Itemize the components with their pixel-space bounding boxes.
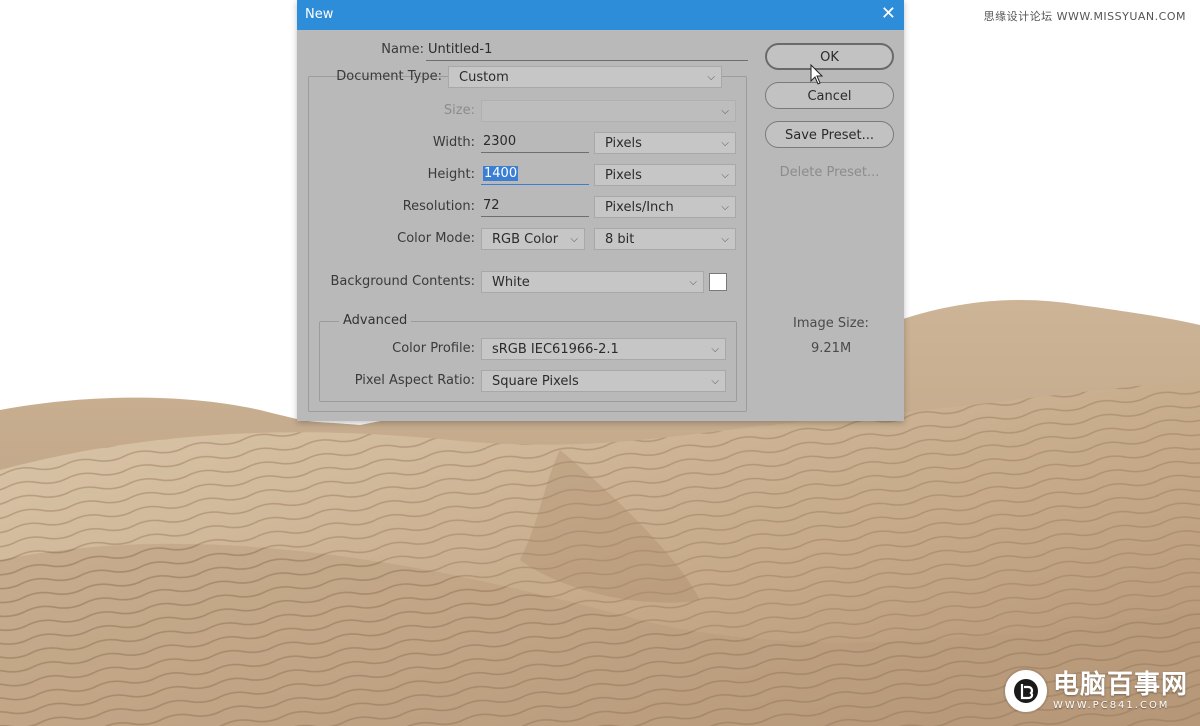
mouse-cursor-icon: [810, 64, 824, 85]
chevron-down-icon: ⌵: [721, 234, 729, 245]
size-label: Size:: [443, 103, 475, 118]
chevron-down-icon: ⌵: [570, 234, 578, 245]
resolution-unit-value: Pixels/Inch: [605, 200, 674, 215]
image-size-value: 9.21M: [811, 341, 852, 356]
color-mode-select[interactable]: RGB Color ⌵: [481, 228, 585, 250]
bit-depth-value: 8 bit: [605, 232, 635, 247]
cancel-button[interactable]: Cancel: [765, 82, 894, 109]
pixel-aspect-value: Square Pixels: [492, 374, 579, 389]
height-selected-text: 1400: [483, 166, 519, 181]
bit-depth-select[interactable]: 8 bit ⌵: [594, 228, 736, 250]
dialog-title: New: [305, 7, 334, 22]
chevron-down-icon: ⌵: [721, 202, 729, 213]
width-label: Width:: [432, 135, 475, 150]
height-label: Height:: [427, 167, 475, 182]
width-unit-select[interactable]: Pixels ⌵: [594, 132, 736, 154]
chevron-down-icon: ⌵: [721, 138, 729, 149]
watermark-cn: 电脑百事网: [1052, 669, 1188, 700]
resolution-unit-select[interactable]: Pixels/Inch ⌵: [594, 196, 736, 218]
chevron-down-icon: ⌵: [707, 72, 715, 83]
width-unit-value: Pixels: [605, 136, 642, 151]
ok-button[interactable]: OK: [765, 43, 894, 70]
chevron-down-icon: ⌵: [721, 106, 729, 117]
height-unit-select[interactable]: Pixels ⌵: [594, 164, 736, 186]
resolution-label: Resolution:: [402, 199, 475, 214]
watermark-bottom: 电脑百事网 WWW.PC841.COM: [1004, 670, 1188, 712]
color-profile-value: sRGB IEC61966-2.1: [492, 342, 619, 357]
document-type-label: Document Type:: [336, 69, 442, 84]
color-profile-label: Color Profile:: [392, 341, 475, 356]
resolution-input[interactable]: 72: [481, 196, 589, 217]
height-unit-value: Pixels: [605, 168, 642, 183]
background-contents-label: Background Contents:: [330, 274, 475, 289]
name-label: Name:: [381, 42, 424, 57]
watermark-logo-icon: [1004, 670, 1047, 712]
color-mode-value: RGB Color: [492, 232, 559, 247]
chevron-down-icon: ⌵: [721, 170, 729, 181]
close-icon[interactable]: ✕: [881, 4, 896, 24]
width-input[interactable]: 2300: [481, 132, 589, 153]
background-color-swatch[interactable]: [709, 273, 727, 291]
size-select: ⌵: [481, 100, 736, 122]
advanced-title: Advanced: [339, 313, 412, 328]
color-mode-label: Color Mode:: [397, 231, 475, 246]
chevron-down-icon: ⌵: [689, 277, 697, 288]
pixel-aspect-select[interactable]: Square Pixels ⌵: [481, 370, 726, 392]
background-contents-select[interactable]: White ⌵: [481, 271, 704, 293]
watermark-top: 思缘设计论坛 WWW.MISSYUAN.COM: [983, 10, 1186, 23]
delete-preset-button: Delete Preset...: [779, 165, 880, 180]
height-input[interactable]: 1400: [481, 164, 589, 185]
name-input[interactable]: Untitled-1: [426, 40, 748, 61]
chevron-down-icon: ⌵: [711, 344, 719, 355]
document-type-value: Custom: [459, 70, 509, 85]
save-preset-button[interactable]: Save Preset...: [765, 121, 894, 148]
dialog-titlebar[interactable]: New ✕: [297, 0, 904, 30]
background-contents-value: White: [492, 275, 530, 290]
color-profile-select[interactable]: sRGB IEC61966-2.1 ⌵: [481, 338, 726, 360]
watermark-url: WWW.PC841.COM: [1052, 699, 1170, 711]
chevron-down-icon: ⌵: [711, 376, 719, 387]
document-type-select[interactable]: Custom ⌵: [448, 66, 722, 88]
pixel-aspect-label: Pixel Aspect Ratio:: [354, 373, 475, 388]
image-size-label: Image Size:: [793, 316, 869, 331]
watermark-text: 电脑百事网 WWW.PC841.COM: [1053, 672, 1188, 711]
